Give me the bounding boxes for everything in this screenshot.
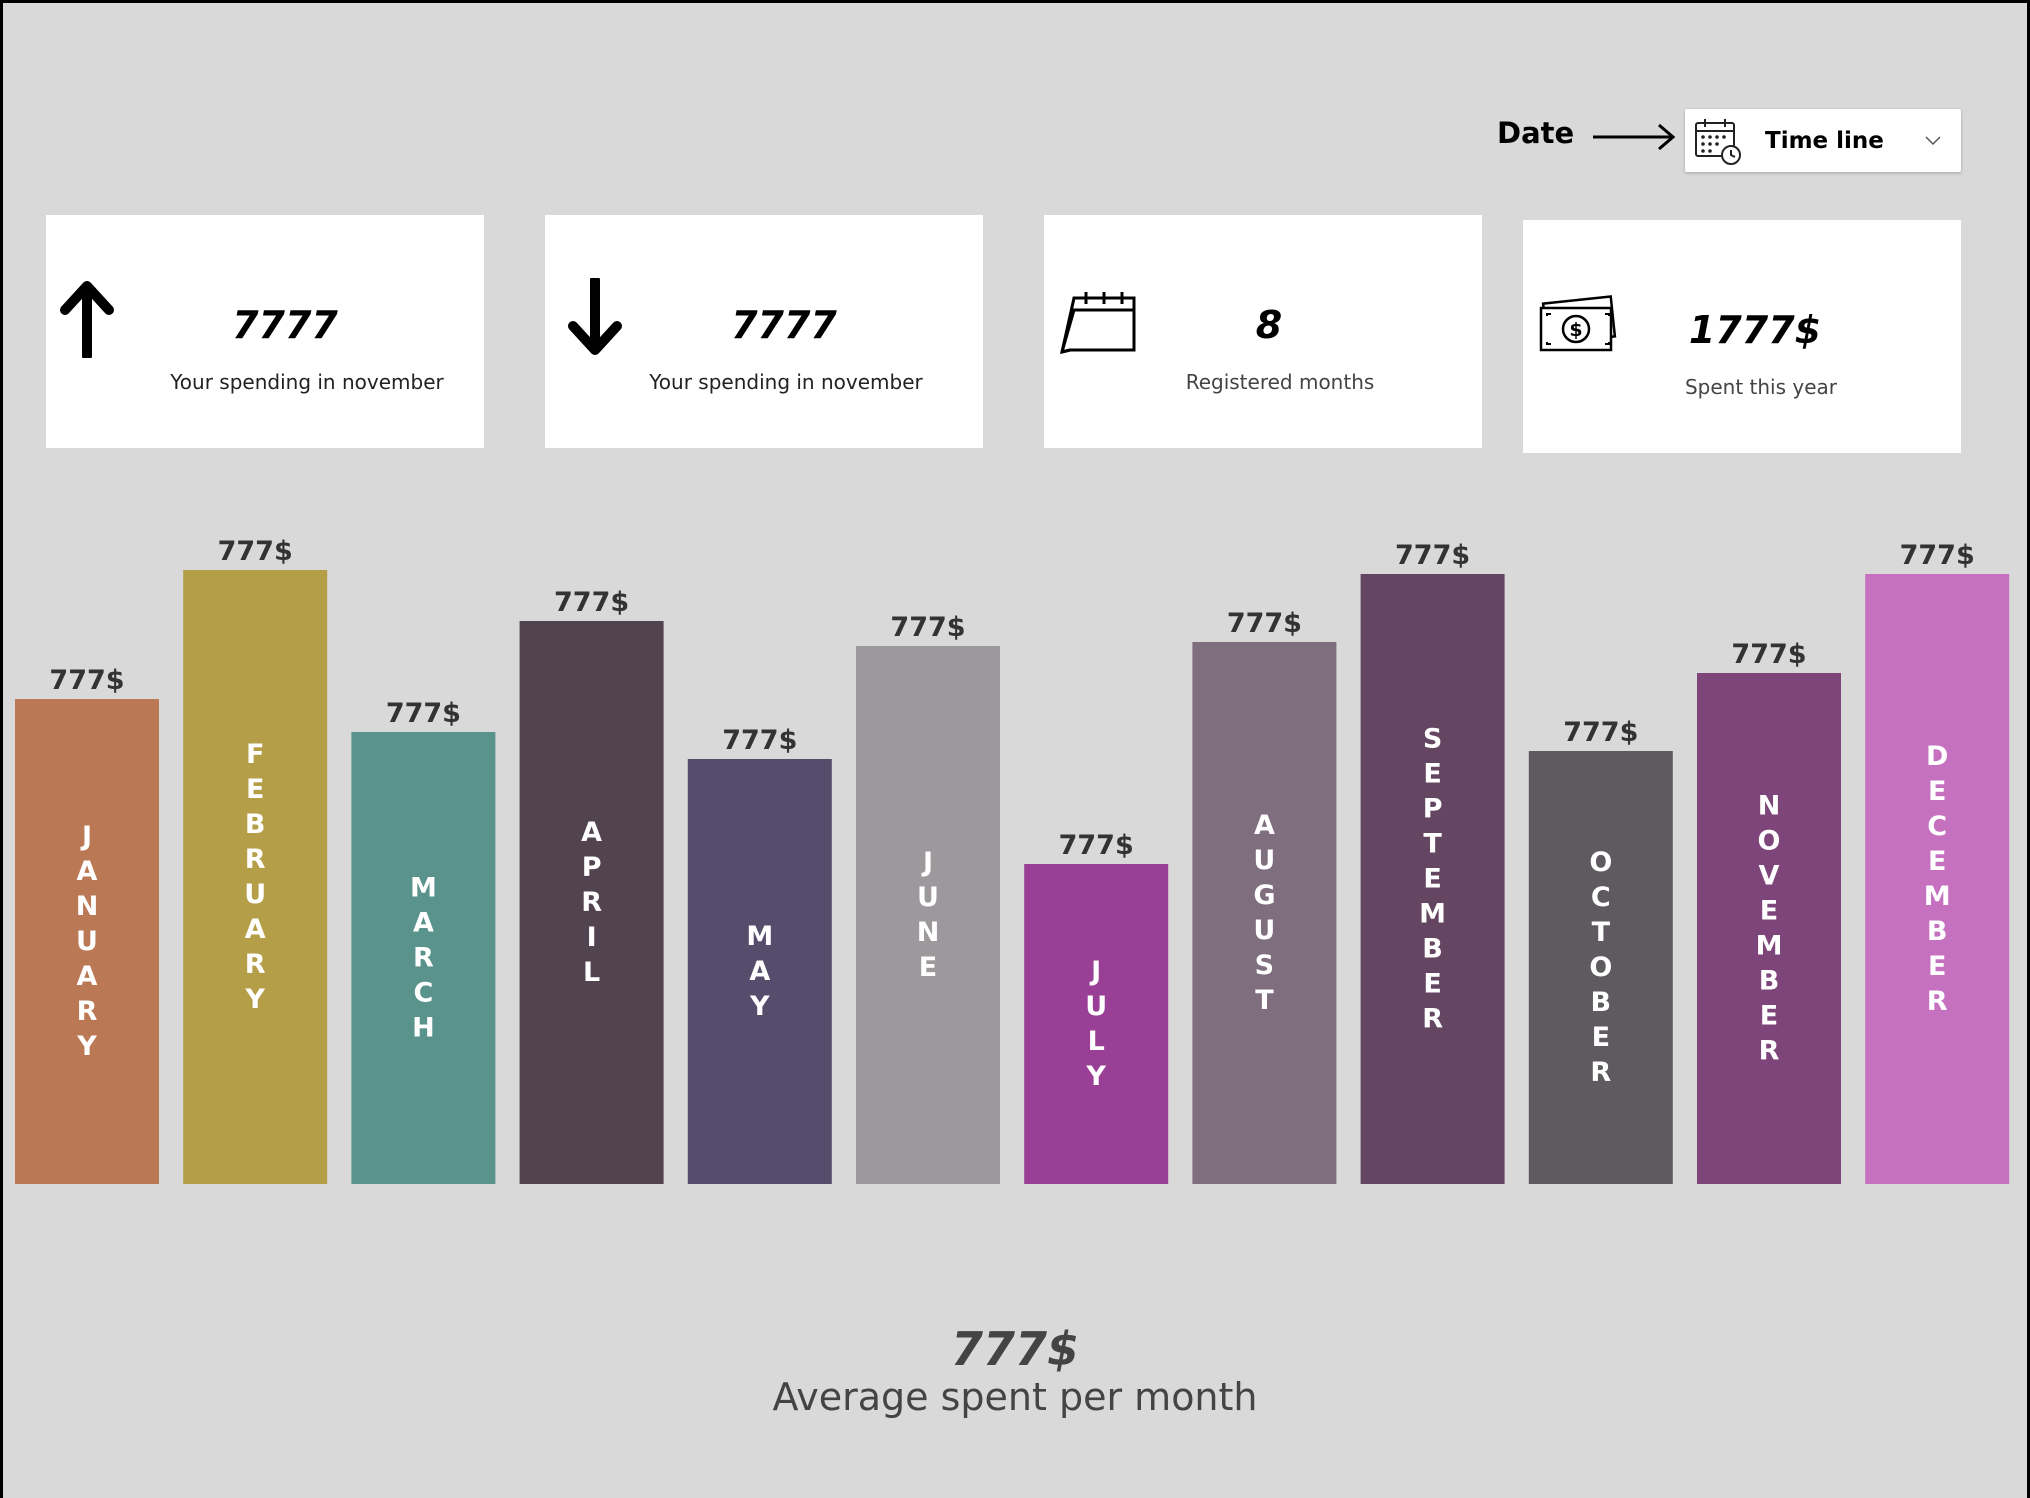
average-caption: Average spent per month [772,1375,1258,1419]
average-value: 777$ [950,1322,1080,1376]
monthly-bar-chart: 777$J A N U A R Y777$F E B R U A R Y777$M A R C H777$A P R I… [15,536,2010,1184]
bar-value-label: 777$ [722,725,797,756]
bar-month-label: OCTOBER [1589,847,1612,1088]
bar-february [183,570,328,1184]
bar-value-label: 777$ [1731,639,1806,670]
bar-november [1697,673,1841,1184]
bar-value-label: 777$ [890,612,965,643]
bar-june [856,646,1000,1184]
bar-value-label: 777$ [554,587,629,618]
bar-month-label: APRIL [581,817,602,988]
bar-value-label: 777$ [49,665,124,696]
bar-value-label: 777$ [386,698,461,729]
bar-july [1024,864,1169,1184]
bar-value-label: 777$ [1227,608,1302,639]
bar-december [1865,574,2010,1184]
bar-value-label: 777$ [1900,540,1975,571]
bar-month-label: JANUARY [76,821,99,1062]
bar-month-label: MAY [746,921,773,1022]
bar-value-label: 777$ [218,536,293,567]
bar-value-label: 777$ [1563,717,1638,748]
bar-august [1192,642,1337,1184]
bar-value-label: 777$ [1395,540,1470,571]
bar-value-label: 777$ [1059,830,1134,861]
bar-month-label: MARCH [410,873,437,1044]
